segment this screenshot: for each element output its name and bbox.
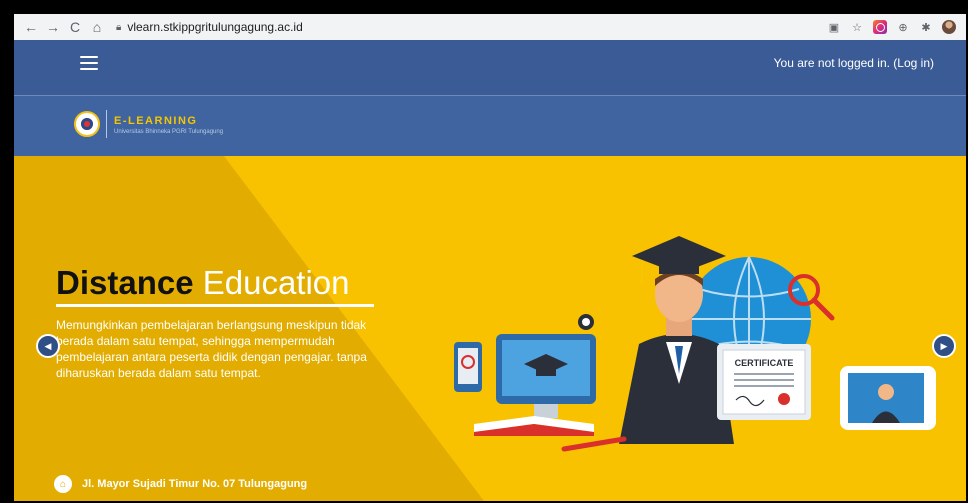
browser-window: ← → C ⌂ 🔒︎ vlearn.stkippgritulungagung.a… — [14, 14, 966, 501]
site-title[interactable]: E-LEARNING — [114, 115, 197, 127]
back-icon[interactable]: ← — [20, 16, 42, 38]
hero-title-bold: Distance — [56, 264, 194, 301]
instagram-icon[interactable] — [873, 20, 887, 34]
university-emblem-icon[interactable] — [74, 111, 100, 137]
star-icon[interactable]: ☆ — [850, 20, 864, 34]
hero-description: Memungkinkan pembelajaran berlangsung me… — [56, 317, 376, 381]
login-status[interactable]: You are not logged in. (Log in) — [774, 56, 934, 70]
address-bar[interactable]: 🔒︎ vlearn.stkippgritulungagung.ac.id — [116, 17, 303, 37]
url-text: vlearn.stkippgritulungagung.ac.id — [127, 20, 303, 34]
home-icon[interactable]: ⌂ — [86, 16, 108, 38]
home-address-icon: ⌂ — [54, 475, 72, 493]
hero-line: diharuskan berada dalam satu tempat. — [56, 366, 261, 380]
lock-icon: 🔒︎ — [116, 21, 122, 33]
hero-slider: Distance Education Memungkinkan pembelaj… — [14, 156, 966, 501]
extension-area: ▣ ☆ ⊕ ✱ — [827, 20, 966, 34]
logo-divider — [106, 110, 107, 138]
logo-band: E-LEARNING Universitas Bhinneka PGRI Tul… — [14, 96, 966, 156]
hero-title: Distance Education — [56, 264, 350, 302]
slider-next-button[interactable]: ▶ — [932, 334, 956, 358]
translate-icon[interactable]: ▣ — [827, 20, 841, 34]
download-icon[interactable]: ⊕ — [896, 20, 910, 34]
site-header: You are not logged in. (Log in) — [14, 40, 966, 96]
slider-prev-button[interactable]: ◀ — [36, 334, 60, 358]
certificate-label: CERTIFICATE — [735, 358, 794, 368]
hero-line: Memungkinkan pembelajaran berlangsung me… — [56, 318, 367, 332]
hero-line: pembelajaran antara peserta didik dengan… — [56, 350, 367, 364]
address-bar-footer: ⌂ Jl. Mayor Sujadi Timur No. 07 Tulungag… — [54, 475, 307, 493]
hero-line: berada dalam satu tempat, sehingga mempe… — [56, 334, 335, 348]
menu-icon[interactable] — [80, 56, 98, 70]
reload-icon[interactable]: C — [64, 16, 86, 38]
hero-title-light: Education — [202, 264, 350, 301]
education-illustration: CERTIFICATE — [454, 236, 936, 452]
address-text: Jl. Mayor Sujadi Timur No. 07 Tulungagun… — [82, 478, 308, 490]
browser-toolbar: ← → C ⌂ 🔒︎ vlearn.stkippgritulungagung.a… — [14, 14, 966, 40]
hero-title-underline — [56, 304, 374, 307]
profile-avatar[interactable] — [942, 20, 956, 34]
puzzle-icon[interactable]: ✱ — [919, 20, 933, 34]
forward-icon[interactable]: → — [42, 16, 64, 38]
site-subtitle: Universitas Bhinneka PGRI Tulungagung — [114, 129, 224, 135]
